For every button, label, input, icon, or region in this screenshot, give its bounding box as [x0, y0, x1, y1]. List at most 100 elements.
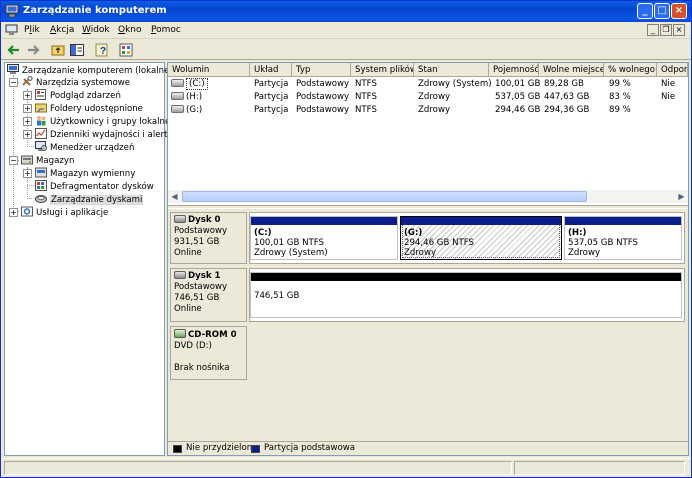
cell-percent: 89 %	[609, 105, 631, 115]
expander-local-users[interactable]: +	[23, 117, 32, 126]
menu-help[interactable]: Pomoc	[151, 25, 181, 35]
expander-system-tools[interactable]: −	[9, 78, 18, 87]
partition-c-size: 100,01 GB NTFS	[254, 238, 325, 248]
show-hide-tree-icon[interactable]	[69, 42, 85, 58]
tree-item-removable-storage-label: Magazyn wymienny	[50, 169, 136, 179]
unallocated-space[interactable]: 746,51 GB	[250, 272, 682, 318]
defrag-icon	[35, 180, 47, 191]
volume-name: (H:)	[186, 92, 203, 102]
legend-unallocated-swatch	[173, 445, 182, 453]
tree-item-shared-folders[interactable]: Foldery udostępnione	[35, 102, 143, 115]
back-arrow-icon[interactable]	[6, 42, 22, 58]
toolbar: ?	[1, 40, 691, 60]
expander-storage[interactable]: −	[9, 156, 18, 165]
menu-view[interactable]: Widok	[82, 25, 110, 35]
cell-free: 89,28 GB	[544, 79, 584, 89]
column-header-status[interactable]: Stan	[414, 63, 489, 77]
table-row[interactable]: (H:)	[171, 91, 249, 104]
up-folder-icon[interactable]	[50, 42, 66, 58]
table-row[interactable]: (G:)	[171, 104, 249, 117]
menu-file[interactable]: Plik	[24, 25, 40, 35]
column-header-capacity[interactable]: Pojemność	[489, 63, 539, 77]
column-header-free-space[interactable]: Wolne miejsce	[539, 63, 604, 77]
menu-view-label: Widok	[82, 25, 110, 35]
tree-item-device-manager[interactable]: Menedżer urządzeń	[35, 141, 134, 154]
partition-g-name: (G:)	[404, 228, 423, 238]
cell-fault: Nie	[661, 92, 676, 102]
tree-item-event-viewer[interactable]: Podgląd zdarzeń	[35, 89, 121, 102]
scroll-left-icon[interactable]: ◀	[168, 190, 181, 203]
volume-list[interactable]: Wolumin Układ Typ System plików Stan Poj…	[168, 63, 688, 205]
pane-splitter[interactable]	[168, 205, 688, 208]
properties-icon[interactable]	[118, 42, 134, 58]
cell-filesystem: NTFS	[355, 92, 377, 102]
tree-item-storage[interactable]: Magazyn	[21, 154, 74, 167]
mdi-restore-button[interactable]: ❐	[660, 24, 672, 36]
menu-window[interactable]: Okno	[118, 25, 142, 35]
shared-folder-icon	[35, 103, 47, 113]
tree-item-disk-management[interactable]: Zarządzanie dyskami	[35, 193, 144, 206]
mdi-close-button[interactable]: ×	[673, 24, 685, 36]
scrollbar-thumb[interactable]	[182, 191, 587, 202]
primary-partition-bar	[401, 217, 561, 225]
minimize-button[interactable]: _	[637, 3, 653, 19]
tree-item-defrag[interactable]: Defragmentator dysków	[35, 180, 154, 193]
column-header-percent-free[interactable]: % wolnego	[604, 63, 657, 77]
expander-shared-folders[interactable]: +	[23, 104, 32, 113]
horizontal-scrollbar[interactable]: ◀ ▶	[168, 190, 688, 203]
mdi-minimize-button[interactable]: _	[647, 24, 659, 36]
column-header-layout[interactable]: Układ	[250, 63, 292, 77]
disk-0-info[interactable]: Dysk 0 Podstawowy 931,51 GB Online	[170, 212, 247, 264]
menu-action-label: Akcja	[50, 25, 75, 35]
console-tree[interactable]: Zarządzanie komputerem (lokalne) − Narzę…	[4, 62, 173, 456]
disk-1-kind: Podstawowy	[174, 282, 228, 292]
menu-action[interactable]: Akcja	[50, 25, 74, 35]
partition-h[interactable]: (H:) 537,05 GB NTFS Zdrowy	[564, 216, 682, 260]
legend: Nie przydzielone Partycja podstawowa	[168, 441, 688, 455]
computer-management-icon	[7, 64, 19, 74]
scroll-right-icon[interactable]: ▶	[675, 190, 688, 203]
tree-item-system-tools[interactable]: Narzędzia systemowe	[21, 76, 130, 89]
disk-0-kind: Podstawowy	[174, 226, 228, 236]
column-header-filesystem[interactable]: System plików	[351, 63, 414, 77]
column-header-type[interactable]: Typ	[292, 63, 351, 77]
disk-1-info[interactable]: Dysk 1 Podstawowy 746,51 GB Online	[170, 268, 247, 322]
expander-perf-logs[interactable]: +	[23, 130, 32, 139]
disk-0-state: Online	[174, 248, 202, 258]
disk-0-partitions: (C:) 100,01 GB NTFS Zdrowy (System) (G:)…	[249, 212, 685, 264]
title-bar[interactable]: Zarządzanie komputerem _ □ ×	[1, 1, 691, 22]
partition-h-size: 537,05 GB NTFS	[568, 238, 639, 248]
tree-item-perf-logs[interactable]: Dzienniki wydajności i alerty	[35, 128, 172, 141]
partition-g[interactable]: (G:) 294,46 GB NTFS Zdrowy	[400, 216, 562, 260]
status-bar	[1, 458, 691, 477]
cell-type: Podstawowy	[296, 105, 350, 115]
volume-icon	[171, 92, 184, 100]
computer-management-icon	[5, 4, 19, 18]
column-header-fault-tolerance[interactable]: Odporn	[657, 63, 688, 77]
expander-services[interactable]: +	[9, 208, 18, 217]
maximize-button[interactable]: □	[654, 3, 670, 19]
cdrom-0-info[interactable]: CD-ROM 0 DVD (D:) Brak nośnika	[170, 326, 247, 380]
column-header-volume[interactable]: Wolumin	[168, 63, 250, 77]
tree-item-removable-storage[interactable]: Magazyn wymienny	[35, 167, 135, 180]
expander-event-viewer[interactable]: +	[23, 91, 32, 100]
cdrom-0-area	[249, 326, 685, 380]
table-row[interactable]: (C:)	[171, 78, 249, 91]
menu-window-label: Okno	[118, 25, 142, 35]
cell-capacity: 100,01 GB	[495, 79, 541, 89]
mdi-window-icon[interactable]	[5, 24, 18, 36]
expander-removable-storage[interactable]: +	[23, 169, 32, 178]
close-button[interactable]: ×	[671, 3, 687, 19]
partition-c[interactable]: (C:) 100,01 GB NTFS Zdrowy (System)	[250, 216, 398, 260]
tree-item-system-tools-label: Narzędzia systemowe	[36, 78, 131, 88]
cell-filesystem: NTFS	[355, 79, 377, 89]
volume-name: (C:)	[186, 78, 208, 90]
legend-unallocated-label: Nie przydzielone	[186, 443, 258, 453]
help-icon[interactable]: ?	[94, 42, 110, 58]
cell-layout: Partycja	[254, 105, 289, 115]
forward-arrow-icon[interactable]	[25, 42, 41, 58]
tree-item-local-users[interactable]: Użytkownicy i grupy lokalne	[35, 115, 170, 128]
disk-1-name: Dysk 1	[188, 271, 221, 281]
storage-icon	[21, 155, 33, 165]
tree-item-services[interactable]: Usługi i aplikacje	[21, 206, 108, 219]
